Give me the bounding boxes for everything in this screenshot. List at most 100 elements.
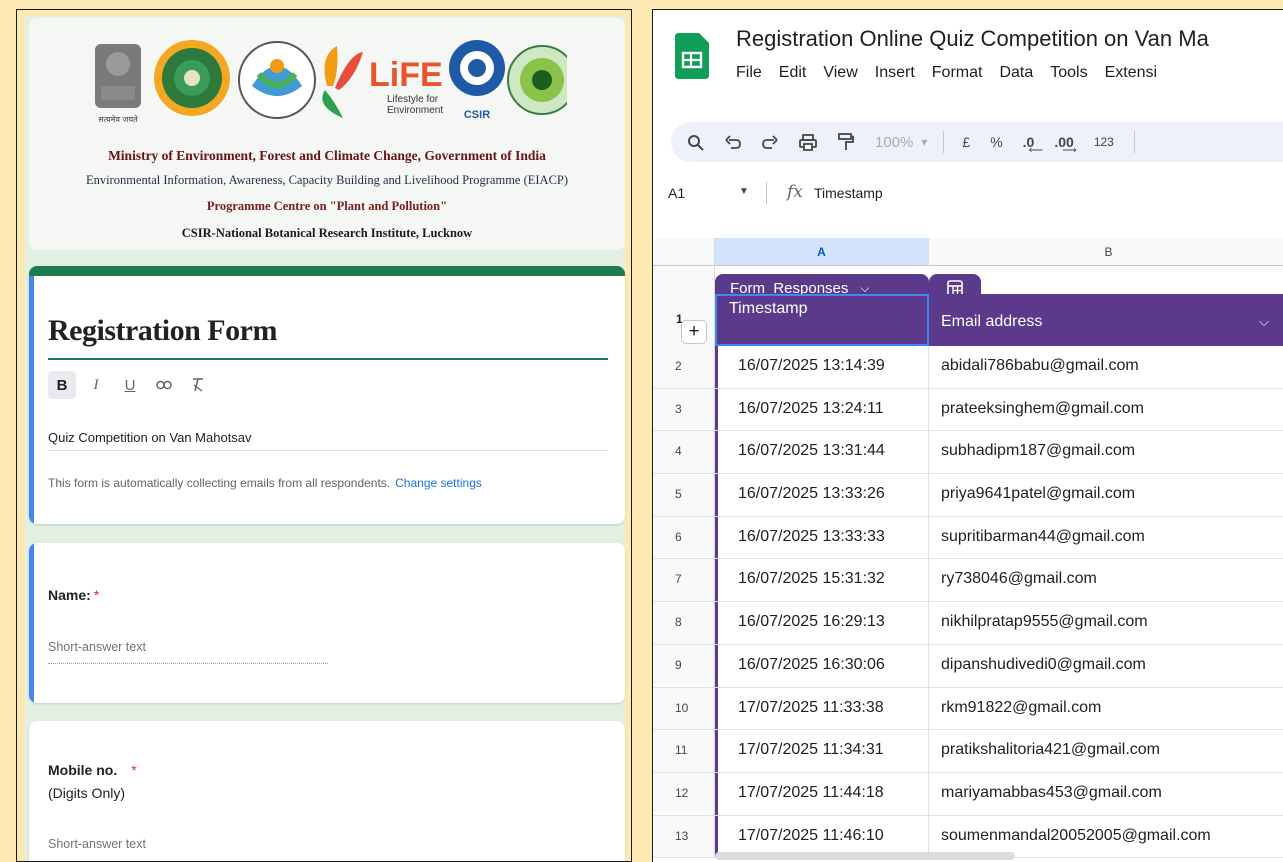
formula-input[interactable]: Timestamp — [814, 185, 883, 201]
arrow-right-icon: ⟶ — [1062, 145, 1077, 156]
change-settings-link[interactable]: Change settings — [395, 476, 482, 490]
eiacp-logo — [238, 41, 316, 119]
menu-edit[interactable]: Edit — [779, 64, 807, 82]
increase-decimal-button[interactable]: .00 ⟶ — [1054, 134, 1076, 156]
link-icon[interactable] — [150, 371, 178, 399]
timestamp-cell[interactable]: 16/07/2025 13:33:26 — [715, 474, 929, 516]
menu-format[interactable]: Format — [932, 64, 983, 82]
menu-file[interactable]: File — [736, 64, 762, 82]
email-collection-text: This form is automatically collecting em… — [48, 476, 391, 490]
clear-format-icon[interactable] — [184, 371, 212, 399]
spreadsheet-grid[interactable]: A B Form_Responses ⌵ 1 + Timestamp Email… — [653, 238, 1283, 862]
moefcc-logo — [154, 40, 230, 116]
row-header[interactable]: 3 — [653, 388, 715, 431]
decrease-decimal-button[interactable]: .0 ⟵ — [1023, 134, 1043, 156]
theme-color-bar — [29, 266, 625, 276]
number-format-button[interactable]: 123 — [1094, 135, 1114, 149]
row-header[interactable]: 4 — [653, 431, 715, 474]
table-row: 10 17/07/2025 11:33:38 rkm91822@gmail.com — [653, 687, 1283, 731]
currency-format-button[interactable]: £ — [962, 134, 970, 150]
menu-data[interactable]: Data — [999, 64, 1033, 82]
question-label-text: Mobile no. — [48, 762, 118, 778]
italic-glyph: I — [93, 376, 99, 393]
select-all-corner[interactable] — [653, 238, 715, 266]
question-card-name[interactable]: Name: * Short-answer text — [29, 543, 625, 703]
row-header[interactable]: 5 — [653, 474, 715, 516]
active-card-indicator — [29, 276, 34, 524]
italic-button[interactable]: I — [82, 371, 110, 399]
life-logo: LiFE Lifestyle for Environment — [322, 46, 443, 118]
document-title[interactable]: Registration Online Quiz Competition on … — [736, 26, 1209, 52]
menu-view[interactable]: View — [823, 64, 857, 82]
form-title-card[interactable]: Registration Form B I U Quiz Competition… — [29, 266, 625, 524]
underline-button[interactable]: U — [116, 371, 144, 399]
menu-insert[interactable]: Insert — [875, 64, 915, 82]
timestamp-cell[interactable]: 16/07/2025 13:14:39 — [715, 346, 929, 388]
percent-format-button[interactable]: % — [990, 134, 1002, 150]
zoom-select[interactable]: 100% — [875, 134, 913, 151]
timestamp-cell[interactable]: 16/07/2025 13:31:44 — [715, 431, 929, 474]
question-label: Mobile no. * — [48, 762, 137, 778]
timestamp-cell[interactable]: 16/07/2025 15:31:32 — [715, 559, 929, 602]
timestamp-cell[interactable]: 17/07/2025 11:33:38 — [715, 687, 929, 730]
undo-icon[interactable] — [725, 135, 741, 149]
form-description[interactable]: Quiz Competition on Van Mahotsav — [48, 430, 252, 445]
row-header[interactable]: 10 — [653, 687, 715, 730]
header-institute-line: CSIR-National Botanical Research Institu… — [181, 226, 473, 240]
row-header[interactable]: 13 — [653, 815, 715, 858]
paint-format-icon[interactable] — [838, 133, 854, 151]
header-ministry-line: Ministry of Environment, Forest and Clim… — [108, 148, 546, 163]
timestamp-cell[interactable]: 16/07/2025 16:30:06 — [715, 644, 929, 687]
menu-bar: File Edit View Insert Format Data Tools … — [736, 64, 1174, 82]
question-card-mobile[interactable]: Mobile no. * (Digits Only) Short-answer t… — [29, 721, 625, 861]
header-logos: सत्यमेव जयते LiFE Lifestyle for Environm… — [95, 40, 567, 124]
header-cell-email[interactable]: Email address ⌵ — [929, 294, 1283, 346]
table-row: 2 16/07/2025 13:14:39 abidali786babu@gmail… — [653, 346, 1283, 389]
print-icon[interactable] — [799, 133, 817, 151]
search-menus-icon[interactable] — [687, 134, 704, 151]
row-header-1[interactable]: 1 + — [653, 294, 715, 346]
short-answer-underline — [48, 663, 328, 664]
row-header[interactable]: 2 — [653, 346, 715, 388]
chevron-down-icon[interactable]: ▼ — [739, 186, 749, 197]
underline-glyph: U — [124, 376, 136, 394]
question-label-text: Name: — [48, 587, 91, 603]
sheets-logo-icon[interactable] — [675, 33, 709, 79]
table-row: 5 16/07/2025 13:33:26 priya9641patel@gmail… — [653, 474, 1283, 517]
horizontal-scrollbar[interactable] — [715, 852, 1015, 860]
column-header-a[interactable]: A — [715, 238, 929, 266]
column-header-b[interactable]: B — [929, 238, 1283, 266]
csir-logo: CSIR — [449, 40, 505, 121]
table-header-row: 1 + Timestamp Email address ⌵ — [653, 294, 1283, 346]
row-header[interactable]: 8 — [653, 602, 715, 644]
name-box[interactable]: A1 — [668, 185, 685, 201]
chevron-down-icon[interactable]: ⌵ — [1259, 314, 1269, 330]
table-row: 12 17/07/2025 11:44:18 mariyamabbas453@gma… — [653, 772, 1283, 816]
timestamp-cell[interactable]: 16/07/2025 16:29:13 — [715, 602, 929, 644]
add-row-plus-icon[interactable]: + — [681, 320, 707, 344]
timestamp-cell[interactable]: 16/07/2025 13:24:11 — [715, 388, 929, 431]
table-row: 4 16/07/2025 13:31:44 subhadipm187@gmail.c… — [653, 431, 1283, 475]
form-title[interactable]: Registration Form — [48, 314, 277, 348]
table-row: 11 17/07/2025 11:34:31 pratikshalitoria421… — [653, 730, 1283, 773]
text-format-toolbar: B I U — [48, 370, 218, 400]
life-logo-sub1: Lifestyle for — [387, 94, 439, 105]
bold-button[interactable]: B — [48, 371, 76, 399]
timestamp-cell[interactable]: 16/07/2025 13:33:33 — [715, 516, 929, 559]
menu-extensions[interactable]: Extensi — [1105, 64, 1157, 82]
timestamp-cell[interactable]: 17/07/2025 11:46:10 — [715, 815, 929, 858]
row-header[interactable]: 9 — [653, 644, 715, 687]
row-header[interactable]: 7 — [653, 559, 715, 602]
emblem-caption: सत्यमेव जयते — [98, 114, 138, 124]
header-cell-timestamp[interactable]: Timestamp — [715, 294, 929, 346]
timestamp-cell[interactable]: 17/07/2025 11:44:18 — [715, 772, 929, 815]
row-header[interactable]: 12 — [653, 772, 715, 815]
row-header[interactable]: 11 — [653, 730, 715, 772]
header-programme-line: Programme Centre on "Plant and Pollution… — [206, 199, 448, 213]
timestamp-cell[interactable]: 17/07/2025 11:34:31 — [715, 730, 929, 772]
redo-icon[interactable] — [762, 135, 778, 149]
chevron-down-icon[interactable]: ▾ — [921, 135, 927, 149]
row-header[interactable]: 6 — [653, 516, 715, 559]
menu-tools[interactable]: Tools — [1050, 64, 1087, 82]
header-cell-email-label: Email address — [941, 313, 1043, 330]
